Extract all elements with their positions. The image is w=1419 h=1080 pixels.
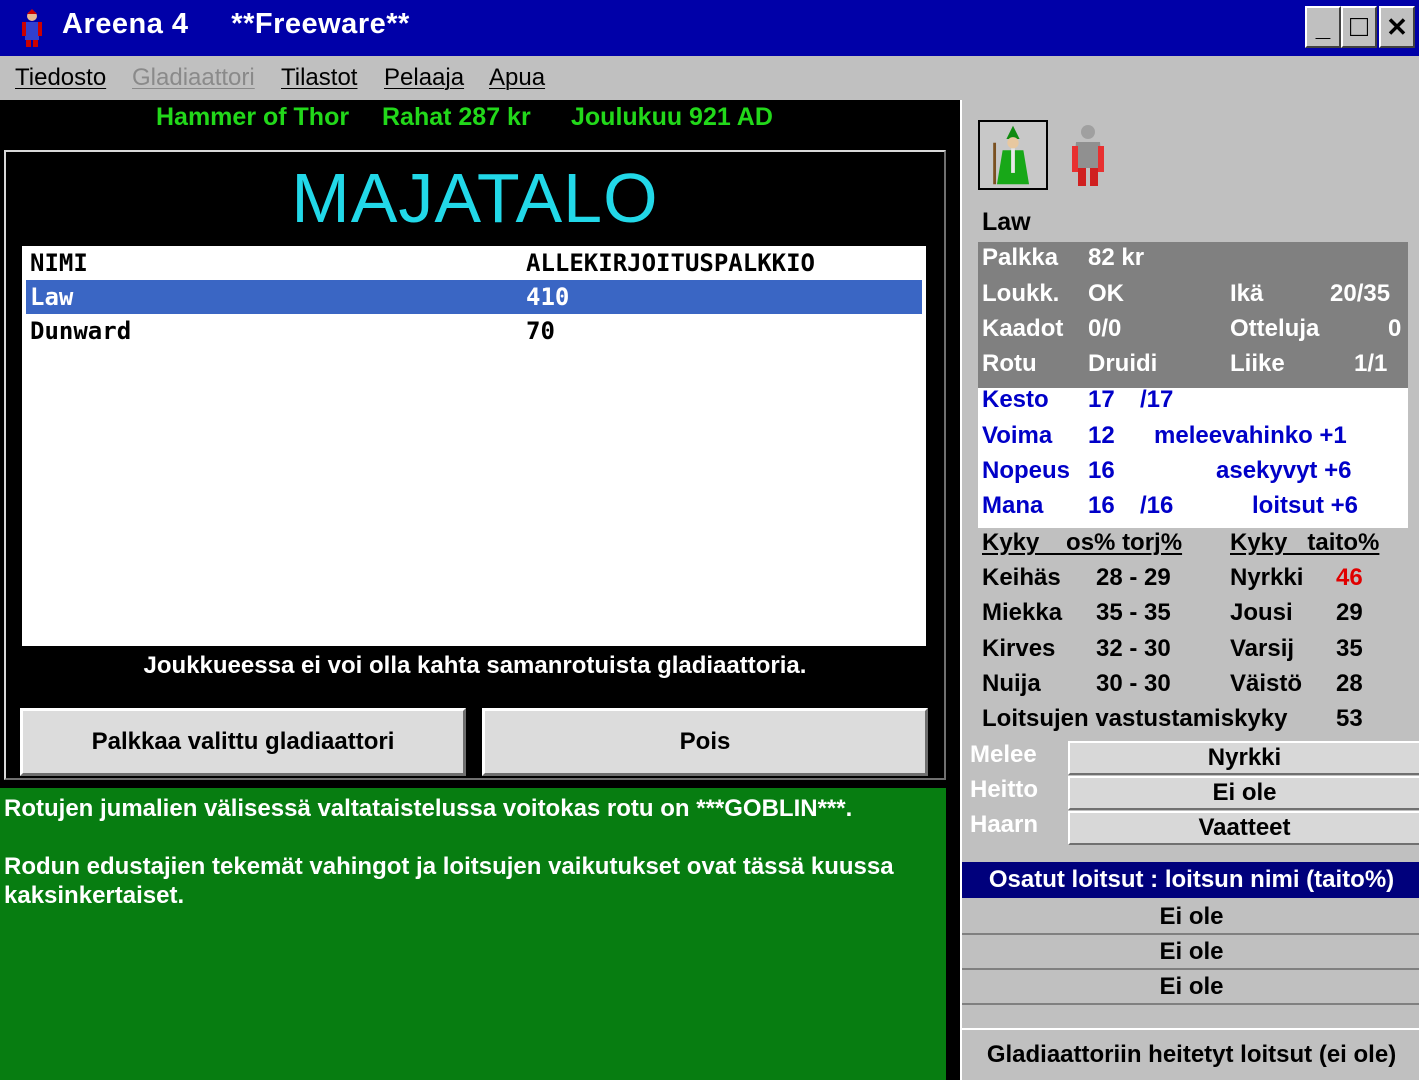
skill-name: Kirves — [982, 635, 1056, 662]
race-rule-note: Joukkueessa ei voi olla kahta samanrotui… — [143, 652, 807, 679]
minimize-button[interactable]: _ — [1305, 6, 1341, 48]
list-item[interactable]: Dunward 70 — [26, 314, 922, 348]
list-header: NIMI ALLEKIRJOITUSPALKKIO — [26, 246, 922, 280]
news-line: Rotujen jumalien välisessä valtataistelu… — [4, 795, 853, 822]
melee-bonus: meleevahinko +1 — [1154, 422, 1347, 449]
voima-value: 12 — [1088, 422, 1115, 449]
skill-value: 30 - 30 — [1096, 670, 1171, 697]
skill-name: Keihäs — [982, 564, 1061, 591]
equip-label-melee: Melee — [970, 741, 1037, 768]
warrior-portrait-icon[interactable] — [1058, 120, 1118, 190]
hire-gladiator-button[interactable]: Palkkaa valittu gladiaattori — [20, 708, 466, 776]
loukk-value: OK — [1088, 280, 1124, 307]
spell-bonus: loitsut +6 — [1252, 492, 1359, 519]
row-name: Dunward — [30, 317, 132, 345]
close-button[interactable]: ✕ — [1379, 6, 1415, 48]
rotu-label: Rotu — [982, 350, 1037, 377]
news-line: Rodun edustajien tekemät vahingot ja loi… — [4, 853, 894, 909]
dialog-title: MAJATALO — [291, 159, 659, 237]
ika-value: 20/35 — [1330, 280, 1391, 307]
druid-portrait-icon[interactable] — [978, 120, 1048, 190]
row-fee: 410 — [526, 283, 570, 311]
spell-item[interactable]: Ei ole — [962, 935, 1419, 970]
skill-value: 35 — [1336, 635, 1363, 662]
skills-header-left: Kyky os% torj% — [982, 529, 1183, 556]
exit-button[interactable]: Pois — [482, 708, 928, 776]
money-display: Rahat 287 kr — [382, 103, 531, 131]
skill-value: 46 — [1336, 564, 1363, 591]
menu-pelaaja[interactable]: Pelaaja — [384, 64, 464, 92]
skill-value: 29 — [1336, 599, 1363, 626]
tavern-dialog: MAJATALO NIMI ALLEKIRJOITUSPALKKIO Law 4… — [4, 150, 946, 780]
palkka-label: Palkka — [982, 244, 1059, 271]
skill-value: 35 - 35 — [1096, 599, 1171, 626]
known-spells-header: Osatut loitsut : loitsun nimi (taito%) — [962, 862, 1419, 898]
kesto-value: 17 — [1088, 386, 1115, 413]
mana-label: Mana — [982, 492, 1044, 519]
kesto-label: Kesto — [982, 386, 1049, 413]
window-title: Areena 4 **Freeware** — [62, 8, 410, 40]
mana-max: /16 — [1140, 492, 1174, 519]
ika-label: Ikä — [1230, 280, 1264, 307]
skill-name: Jousi — [1230, 599, 1293, 626]
skill-name: Väistö — [1230, 670, 1303, 697]
loukk-label: Loukk. — [982, 280, 1060, 307]
voima-label: Voima — [982, 422, 1053, 449]
mana-value: 16 — [1088, 492, 1115, 519]
spell-item[interactable]: Ei ole — [962, 970, 1419, 1005]
column-header-name: NIMI — [30, 249, 88, 277]
menu-gladiaattori[interactable]: Gladiaattori — [132, 64, 255, 92]
skill-name: Nuija — [982, 670, 1041, 697]
kaadot-value: 0/0 — [1088, 315, 1122, 342]
column-header-fee: ALLEKIRJOITUSPALKKIO — [526, 249, 815, 277]
armor-button[interactable]: Vaatteet — [1068, 811, 1419, 845]
kesto-max: /17 — [1140, 386, 1174, 413]
cast-spells-status: Gladiaattoriin heitetyt loitsut (ei ole) — [962, 1028, 1419, 1080]
skill-name: Varsij — [1230, 635, 1295, 662]
equip-label-heitto: Heitto — [970, 776, 1038, 803]
gladiator-name: Law — [982, 208, 1031, 236]
gladiator-stats-panel: Law Palkka 82 kr Loukk. OK Ikä 20/35 Kaa… — [960, 100, 1419, 1080]
skill-name: Miekka — [982, 599, 1063, 626]
otteluja-label: Otteluja — [1230, 315, 1320, 342]
skill-value: 32 - 30 — [1096, 635, 1171, 662]
kaadot-label: Kaadot — [982, 315, 1064, 342]
gladiator-hire-list[interactable]: NIMI ALLEKIRJOITUSPALKKIO Law 410 Dunwar… — [22, 246, 926, 646]
maximize-button[interactable]: □ — [1341, 6, 1377, 48]
liike-label: Liike — [1230, 350, 1285, 377]
menu-apua[interactable]: Apua — [489, 64, 545, 92]
row-name: Law — [30, 283, 74, 311]
liike-value: 1/1 — [1354, 350, 1388, 377]
skill-value: 28 — [1336, 670, 1363, 697]
spell-resist-label: Loitsujen vastustamiskyky — [982, 705, 1288, 732]
date-display: Joulukuu 921 AD — [571, 103, 773, 131]
equip-label-haarn: Haarn — [970, 811, 1039, 838]
palkka-value: 82 kr — [1088, 244, 1145, 271]
rotu-value: Druidi — [1088, 350, 1158, 377]
skill-name: Nyrkki — [1230, 564, 1304, 591]
team-name: Hammer of Thor — [156, 103, 350, 131]
nopeus-value: 16 — [1088, 457, 1115, 484]
menu-tilastot[interactable]: Tilastot — [281, 64, 357, 92]
spell-resist-value: 53 — [1336, 705, 1363, 732]
throw-weapon-button[interactable]: Ei ole — [1068, 776, 1419, 810]
news-panel: Rotujen jumalien välisessä valtataistelu… — [0, 788, 946, 1080]
status-line: Hammer of Thor Rahat 287 kr Joulukuu 921… — [0, 100, 960, 140]
skill-value: 28 - 29 — [1096, 564, 1171, 591]
spell-item[interactable]: Ei ole — [962, 900, 1419, 935]
menu-bar: Tiedosto Gladiaattori Tilastot Pelaaja A… — [0, 56, 1419, 100]
otteluja-value: 0 — [1388, 315, 1402, 342]
list-item[interactable]: Law 410 — [26, 280, 922, 314]
title-bar: Areena 4 **Freeware** _ □ ✕ — [0, 0, 1419, 56]
skills-header-right: Kyky taito% — [1230, 529, 1380, 556]
weapon-skill-bonus: asekyvyt +6 — [1216, 457, 1352, 484]
menu-tiedosto[interactable]: Tiedosto — [15, 64, 106, 92]
row-fee: 70 — [526, 317, 555, 345]
melee-weapon-button[interactable]: Nyrkki — [1068, 741, 1419, 775]
gladiator-app-icon — [22, 9, 42, 47]
nopeus-label: Nopeus — [982, 457, 1071, 484]
